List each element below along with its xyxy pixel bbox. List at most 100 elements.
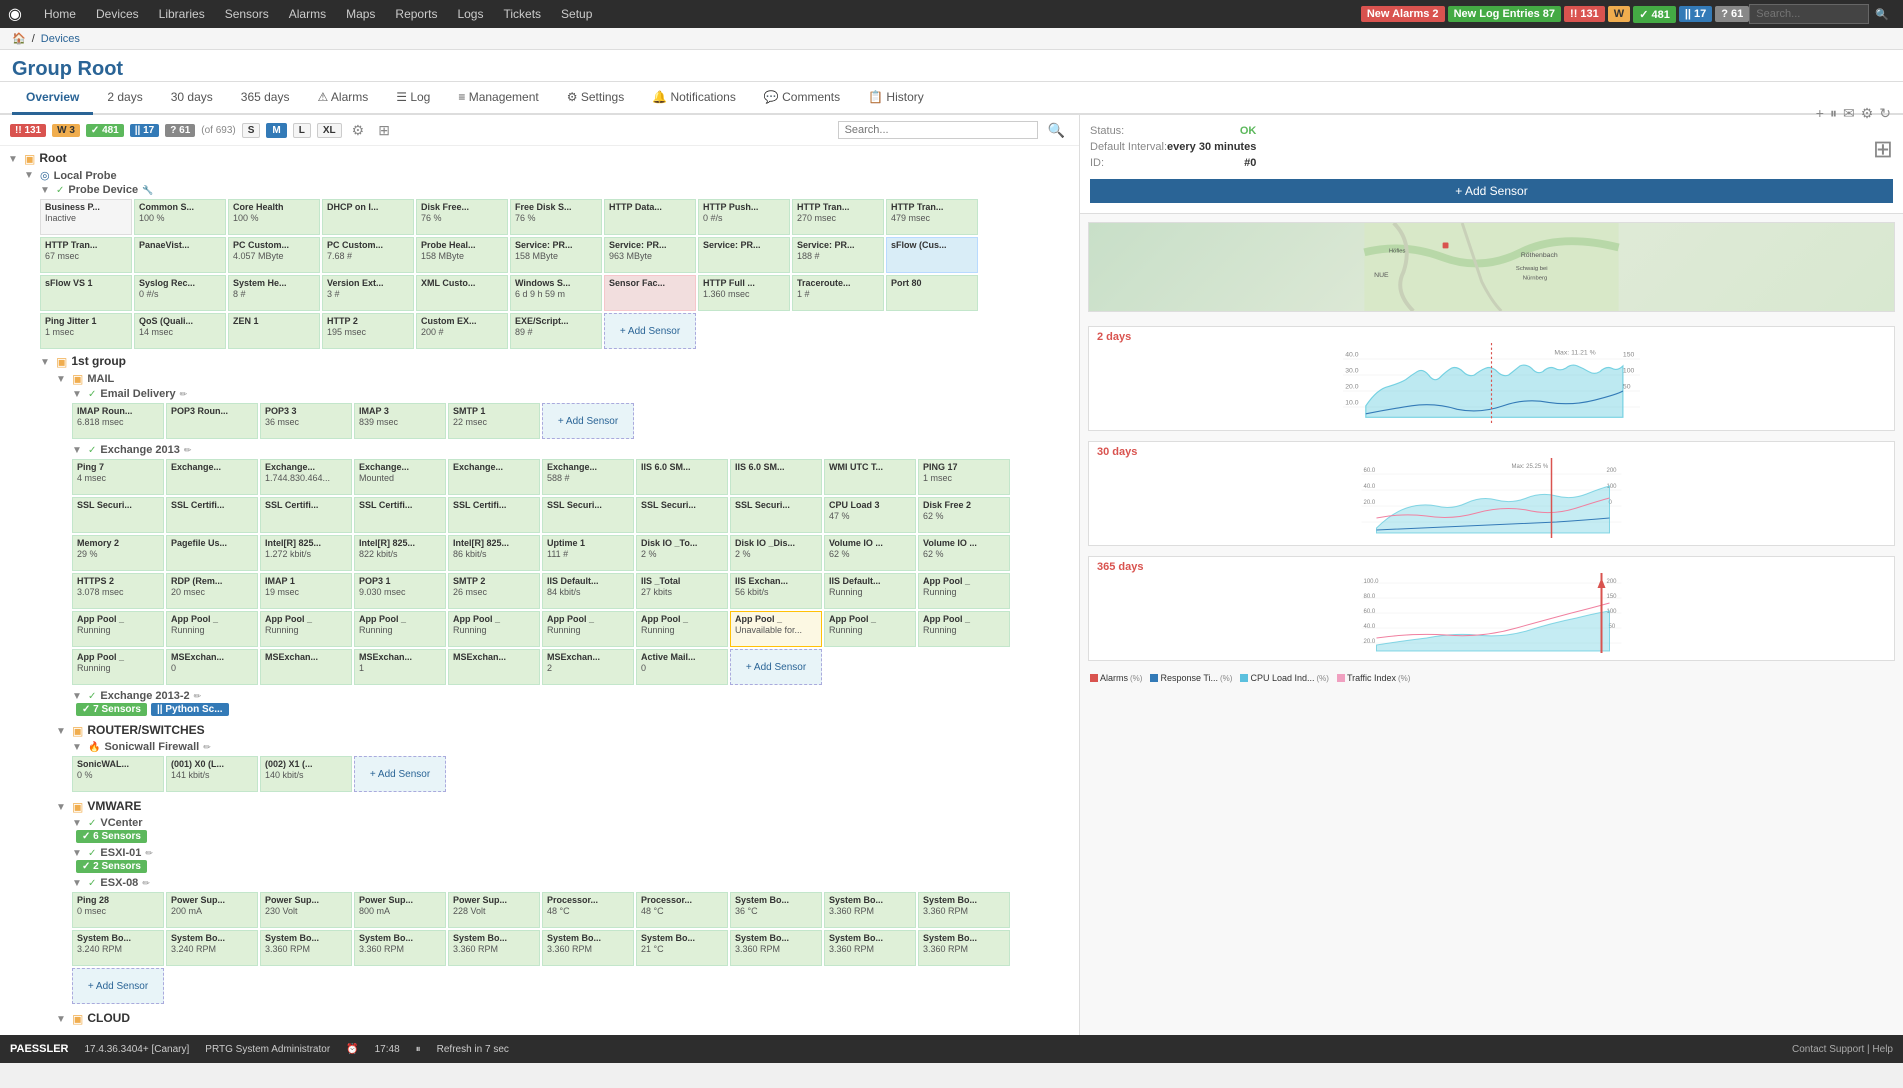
first-group-label[interactable]: 1st group	[71, 354, 126, 368]
tab-365days[interactable]: 365 days	[227, 82, 304, 115]
sensor-ssl-securi3[interactable]: SSL Securi...	[636, 497, 728, 533]
sensor-iis6sm2[interactable]: IIS 6.0 SM...	[730, 459, 822, 495]
tab-comments[interactable]: 💬 Comments	[750, 82, 854, 115]
esxi01-collapse[interactable]: ▼	[72, 848, 84, 859]
sensor-msexchan2[interactable]: MSExchan...	[260, 649, 352, 685]
tab-settings[interactable]: ⚙ Settings	[553, 82, 638, 115]
add-sensor-mail[interactable]: + Add Sensor	[542, 403, 634, 439]
sensor-sflow-cus[interactable]: sFlow (Cus...	[886, 237, 978, 273]
esx08-label[interactable]: ESX-08	[100, 877, 138, 889]
nav-home[interactable]: Home	[34, 0, 86, 28]
nav-maps[interactable]: Maps	[336, 0, 385, 28]
sensor-app-pool-12[interactable]: App Pool _ Running	[72, 649, 164, 685]
pause-icon[interactable]: ⏸	[416, 1044, 421, 1055]
sensor-core-health[interactable]: Core Health 100 %	[228, 199, 320, 235]
sensor-exchange2[interactable]: Exchange... 1.744.830.464...	[260, 459, 352, 495]
sensor-http-tran3[interactable]: HTTP Tran... 67 msec	[40, 237, 132, 273]
sensor-system-bo12[interactable]: System Bo... 3.360 RPM	[824, 930, 916, 966]
search-submit-icon[interactable]: 🔍	[1044, 122, 1069, 139]
sensor-iis-total[interactable]: IIS _Total 27 kbits	[636, 573, 728, 609]
sensor-port80[interactable]: Port 80	[886, 275, 978, 311]
sensor-wmi-utc[interactable]: WMI UTC T...	[824, 459, 916, 495]
sensor-panaevista[interactable]: PanaeVist...	[134, 237, 226, 273]
vcenter-label[interactable]: VCenter	[100, 817, 142, 829]
sensor-windows-s[interactable]: Windows S... 6 d 9 h 59 m	[510, 275, 602, 311]
exchange2013-2-label[interactable]: Exchange 2013-2	[100, 690, 189, 702]
sensor-pagefile[interactable]: Pagefile Us...	[166, 535, 258, 571]
sensor-active-mail[interactable]: Active Mail... 0	[636, 649, 728, 685]
sensor-system-bo10[interactable]: System Bo... 21 °C	[636, 930, 728, 966]
tab-overview[interactable]: Overview	[12, 82, 93, 115]
sensor-imap-roun[interactable]: IMAP Roun... 6.818 msec	[72, 403, 164, 439]
tab-notifications[interactable]: 🔔 Notifications	[638, 82, 750, 115]
email-delivery-collapse[interactable]: ▼	[72, 389, 84, 400]
size-m[interactable]: M	[266, 123, 286, 138]
sensor-dhcp[interactable]: DHCP on I...	[322, 199, 414, 235]
settings-icon[interactable]: ⚙	[348, 122, 369, 139]
sensor-system-bo8[interactable]: System Bo... 3.360 RPM	[448, 930, 540, 966]
vmware-label[interactable]: VMWARE	[87, 799, 141, 813]
tab-management[interactable]: ≡ Management	[444, 82, 552, 115]
breadcrumb-devices[interactable]: Devices	[41, 33, 80, 45]
sonicwall-label[interactable]: Sonicwall Firewall	[104, 741, 199, 753]
sensor-system-bo6[interactable]: System Bo... 3.360 RPM	[260, 930, 352, 966]
sensor-power-sup3[interactable]: Power Sup... 800 mA	[354, 892, 446, 928]
sensor-service-pr1[interactable]: Service: PR... 158 MByte	[510, 237, 602, 273]
tab-alarms[interactable]: ⚠ Alarms	[303, 82, 382, 115]
help-link[interactable]: Help	[1872, 1044, 1893, 1055]
edit-action[interactable]: +	[1816, 105, 1824, 122]
sensor-msexchan3[interactable]: MSExchan... 1	[354, 649, 446, 685]
sensor-app-pool-1[interactable]: App Pool _ Running	[918, 573, 1010, 609]
root-group-label[interactable]: Root	[39, 151, 66, 165]
sensor-search-input[interactable]	[838, 121, 1038, 139]
sensor-exchange5[interactable]: Exchange... 588 #	[542, 459, 634, 495]
sensor-iis-exchan[interactable]: IIS Exchan... 56 kbit/s	[730, 573, 822, 609]
sensor-vol-io2[interactable]: Volume IO ... 62 %	[918, 535, 1010, 571]
add-sensor-exchange[interactable]: + Add Sensor	[730, 649, 822, 685]
sensor-app-pool-4[interactable]: App Pool _ Running	[260, 611, 352, 647]
sensor-memory2[interactable]: Memory 2 29 %	[72, 535, 164, 571]
sensor-exchange4[interactable]: Exchange...	[448, 459, 540, 495]
sensor-cpu-load3[interactable]: CPU Load 3 47 %	[824, 497, 916, 533]
exchange2013-label[interactable]: Exchange 2013	[100, 444, 180, 456]
nav-logs[interactable]: Logs	[447, 0, 493, 28]
nav-alarms[interactable]: Alarms	[279, 0, 336, 28]
sensor-disk-io-dis[interactable]: Disk IO _Dis... 2 %	[730, 535, 822, 571]
sensor-xml-custo[interactable]: XML Custo...	[416, 275, 508, 311]
sensor-app-pool-10[interactable]: App Pool _ Running	[824, 611, 916, 647]
sensor-service-pr2[interactable]: Service: PR... 963 MByte	[604, 237, 696, 273]
sensor-http-data[interactable]: HTTP Data...	[604, 199, 696, 235]
nav-reports[interactable]: Reports	[385, 0, 447, 28]
sensor-ping17[interactable]: PING 17 1 msec	[918, 459, 1010, 495]
sensor-pop3-1[interactable]: POP3 1 9.030 msec	[354, 573, 446, 609]
cloud-label[interactable]: CLOUD	[87, 1011, 130, 1025]
sensor-disk-free2[interactable]: Disk Free 2 62 %	[918, 497, 1010, 533]
sensor-002x1[interactable]: (002) X1 (... 140 kbit/s	[260, 756, 352, 792]
sensor-scroll-area[interactable]: ▼ ▣ Root ▼ ◎ Local Probe ▼ ✓	[0, 146, 1079, 1035]
cloud-collapse[interactable]: ▼	[56, 1014, 68, 1025]
add-sensor-probe[interactable]: + Add Sensor	[604, 313, 696, 349]
sensor-processor1[interactable]: Processor... 48 °C	[542, 892, 634, 928]
sensor-app-pool-3[interactable]: App Pool _ Running	[166, 611, 258, 647]
sensor-app-pool-7[interactable]: App Pool _ Running	[542, 611, 634, 647]
nav-setup[interactable]: Setup	[551, 0, 602, 28]
sensor-business-p[interactable]: Business P... Inactive	[40, 199, 132, 235]
sensor-ssl-securi1[interactable]: SSL Securi...	[72, 497, 164, 533]
sensor-ssl-certif2[interactable]: SSL Certifi...	[260, 497, 352, 533]
sensor-smtp2[interactable]: SMTP 2 26 msec	[448, 573, 540, 609]
sensor-disk-io-to[interactable]: Disk IO _To... 2 %	[636, 535, 728, 571]
sensor-smtp1[interactable]: SMTP 1 22 msec	[448, 403, 540, 439]
refresh-action[interactable]: ↻	[1879, 105, 1891, 122]
sensor-sensor-fac[interactable]: Sensor Fac...	[604, 275, 696, 311]
nav-tickets[interactable]: Tickets	[493, 0, 551, 28]
router-collapse[interactable]: ▼	[56, 726, 68, 737]
sensor-ssl-certif1[interactable]: SSL Certifi...	[166, 497, 258, 533]
sensor-sflow-vs1[interactable]: sFlow VS 1	[40, 275, 132, 311]
sensor-ssl-securi2[interactable]: SSL Securi...	[542, 497, 634, 533]
pause-action[interactable]: ⏸	[1830, 105, 1837, 122]
sensor-system-bo3[interactable]: System Bo... 3.360 RPM	[918, 892, 1010, 928]
sensor-http-tran1[interactable]: HTTP Tran... 270 msec	[792, 199, 884, 235]
local-probe-collapse[interactable]: ▼	[24, 170, 36, 181]
vmware-collapse[interactable]: ▼	[56, 802, 68, 813]
sensor-system-bo4[interactable]: System Bo... 3.240 RPM	[72, 930, 164, 966]
